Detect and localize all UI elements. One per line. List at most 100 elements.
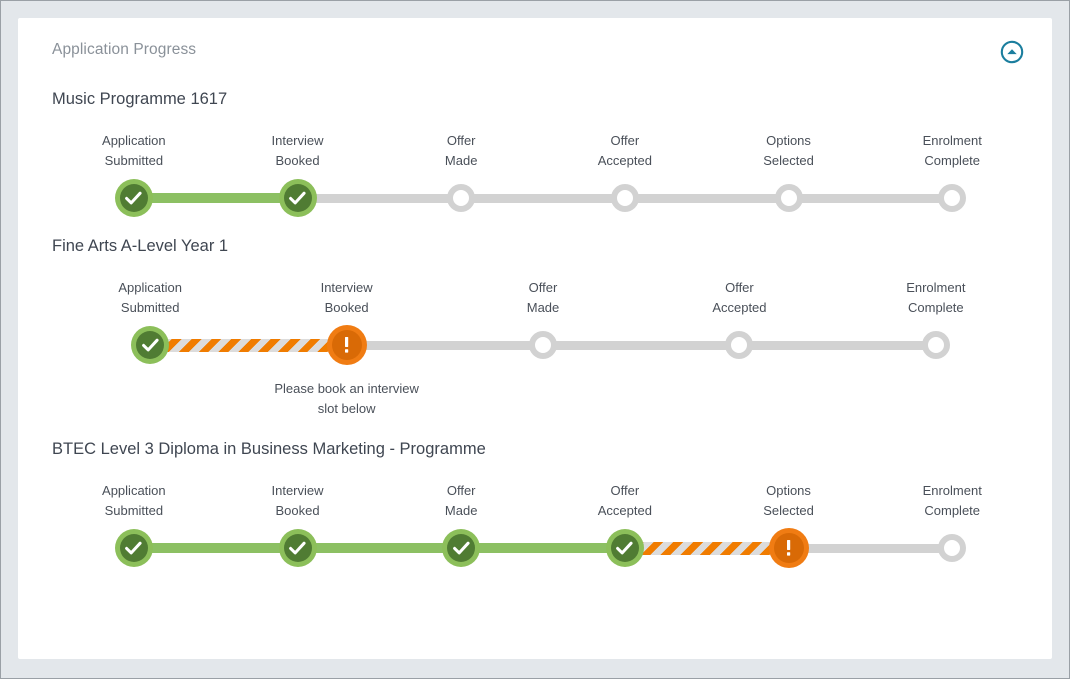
- step-node-warning[interactable]: [768, 528, 809, 568]
- step-3[interactable]: Offer Made: [379, 481, 625, 567]
- progress-stepper: Application Submitted Interview Booked Off…: [52, 278, 1034, 419]
- step-label: Interview Booked: [271, 483, 324, 518]
- connector-bar-pending: [543, 340, 740, 350]
- step-5[interactable]: Enrolment Complete: [838, 278, 1034, 363]
- connector-bar-complete: [297, 543, 462, 553]
- step-node-done[interactable]: [278, 179, 317, 217]
- application-progress-card: Application Progress Music Programme 161…: [18, 18, 1052, 659]
- step-node-pending[interactable]: [610, 184, 639, 212]
- chevron-up-circle-icon[interactable]: [999, 39, 1025, 65]
- connector-bar-pending: [624, 193, 789, 203]
- step-node-lane: [52, 179, 298, 217]
- check-icon: [125, 191, 142, 206]
- step-1[interactable]: Application Submitted: [52, 278, 347, 364]
- check-icon: [289, 191, 306, 206]
- step-node-lane: [52, 529, 298, 567]
- card-header: Application Progress: [34, 40, 1034, 72]
- connector-bar-pending: [297, 193, 462, 203]
- step-node-pending[interactable]: [938, 184, 967, 212]
- step-6[interactable]: Enrolment Complete: [870, 131, 1034, 216]
- step-node-done[interactable]: [605, 529, 644, 567]
- programme-title: Fine Arts A-Level Year 1: [52, 237, 229, 255]
- step-2[interactable]: Interview Booked: [216, 131, 462, 217]
- programme-title: Music Programme 1617: [52, 90, 228, 108]
- step-node-done[interactable]: [278, 529, 317, 567]
- step-6[interactable]: Enrolment Complete: [870, 481, 1034, 566]
- exclamation-icon: [785, 539, 792, 557]
- step-node-done[interactable]: [442, 529, 481, 567]
- step-node-pending[interactable]: [725, 331, 754, 359]
- connector-bar-complete: [133, 543, 298, 553]
- step-1[interactable]: Application Submitted: [52, 481, 298, 567]
- step-note-cell: [641, 363, 837, 419]
- step-note-cell: [52, 363, 248, 419]
- connector-bar-complete: [461, 543, 625, 553]
- step-node-inner: [447, 534, 476, 562]
- step-label: Enrolment Complete: [906, 280, 966, 315]
- step-label: Application Submitted: [102, 483, 166, 518]
- check-icon: [452, 541, 470, 556]
- exclamation-icon: [343, 336, 350, 354]
- step-node-inner: [283, 534, 312, 562]
- step-label: Application Submitted: [102, 133, 166, 168]
- step-node-pending[interactable]: [774, 184, 803, 212]
- step-3[interactable]: Offer Made: [445, 278, 740, 363]
- step-label: Offer Made: [444, 483, 478, 518]
- step-label: Options Selected: [763, 483, 814, 518]
- step-note-cell: [445, 363, 641, 419]
- step-node-done[interactable]: [114, 179, 153, 217]
- step-4[interactable]: Offer Accepted: [543, 131, 789, 216]
- step-node-pending[interactable]: [447, 184, 476, 212]
- programmes-container: Music Programme 1617 Application Submitte…: [34, 89, 1034, 568]
- step-1[interactable]: Application Submitted: [52, 131, 298, 217]
- programme-block: BTEC Level 3 Diploma in Business Marketi…: [34, 439, 1034, 568]
- connector-bar-pending: [461, 193, 625, 203]
- step-node-inner: [773, 533, 804, 563]
- connector-bar-pending: [788, 193, 953, 203]
- step-label: Offer Accepted: [597, 133, 652, 168]
- programme-block: Fine Arts A-Level Year 1 Application Subm…: [34, 236, 1034, 419]
- step-3[interactable]: Offer Made: [379, 131, 625, 216]
- page-title: Application Progress: [52, 41, 197, 58]
- step-4[interactable]: Offer Accepted: [641, 278, 936, 363]
- connector-bar-pending: [346, 340, 544, 350]
- page-background: Application Progress Music Programme 161…: [1, 1, 1069, 678]
- progress-stepper: Application Submitted Interview Booked Off…: [52, 131, 1034, 217]
- step-4[interactable]: Offer Accepted: [543, 481, 789, 567]
- check-icon: [289, 541, 306, 556]
- step-node-pending[interactable]: [529, 331, 558, 359]
- check-icon: [141, 338, 159, 353]
- step-note-cell: [838, 363, 1034, 419]
- step-label: Enrolment Complete: [922, 133, 982, 168]
- steps-row: Application Submitted Interview Booked Off…: [52, 481, 1034, 568]
- step-node-pending[interactable]: [938, 534, 967, 562]
- step-node-done[interactable]: [131, 326, 170, 364]
- step-label: Application Submitted: [118, 280, 182, 315]
- programme-block: Music Programme 1617 Application Submitte…: [34, 89, 1034, 217]
- connector-bar-hatched: [624, 541, 789, 555]
- step-5[interactable]: Options Selected: [707, 131, 953, 216]
- progress-stepper: Application Submitted Interview Booked Off…: [52, 481, 1034, 568]
- step-label: Options Selected: [763, 133, 814, 168]
- step-label: Enrolment Complete: [922, 483, 982, 518]
- programme-title: BTEC Level 3 Diploma in Business Marketi…: [52, 440, 486, 458]
- step-label: Offer Accepted: [712, 280, 767, 315]
- step-node-done[interactable]: [114, 529, 153, 567]
- connector-bar-complete: [133, 193, 298, 203]
- step-label: Interview Booked: [320, 280, 373, 315]
- steps-row: Application Submitted Interview Booked Off…: [52, 278, 1034, 365]
- step-label: Offer Made: [526, 280, 560, 315]
- step-note: Please book an interview slot below: [274, 381, 419, 416]
- step-label: Interview Booked: [271, 133, 324, 168]
- step-2[interactable]: Interview Booked: [216, 481, 462, 567]
- step-node-inner: [610, 534, 639, 562]
- step-node-warning[interactable]: [326, 325, 367, 365]
- connector-bar-pending: [788, 543, 953, 553]
- step-node-pending[interactable]: [921, 331, 950, 359]
- step-node-inner: [331, 330, 362, 360]
- check-icon: [616, 541, 633, 556]
- step-notes-row: Please book an interview slot below: [52, 363, 1034, 419]
- connector-bar-hatched: [150, 338, 347, 352]
- step-node-inner: [119, 184, 148, 212]
- steps-row: Application Submitted Interview Booked Off…: [52, 131, 1034, 217]
